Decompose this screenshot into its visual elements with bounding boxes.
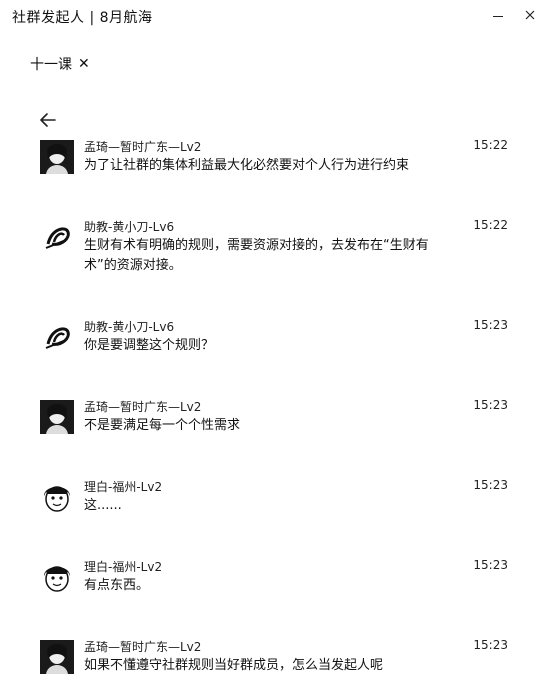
avatar bbox=[40, 400, 74, 434]
message-text: 生财有术有明确的规则，需要资源对接的，去发布在“生财有术”的资源对接。 bbox=[84, 238, 429, 273]
title-bar: 社群发起人 | 8月航海 bbox=[0, 0, 550, 34]
close-icon bbox=[525, 10, 535, 20]
message-time: 15:23 bbox=[473, 478, 508, 492]
back-arrow-icon[interactable] bbox=[36, 108, 60, 132]
avatar bbox=[40, 640, 74, 674]
message-time: 15:23 bbox=[473, 398, 508, 412]
sender-name: 理白-福州-Lv2 bbox=[84, 560, 163, 574]
message-time: 15:23 bbox=[473, 558, 508, 572]
avatar bbox=[40, 560, 74, 594]
sender-name: 助教-黄小刀-Lv6 bbox=[84, 220, 175, 234]
message-text: 如果不懂遵守社群规则当好群成员，怎么当发起人呢 bbox=[84, 658, 384, 673]
sender-name: 孟琦—暂时广东—Lv2 bbox=[84, 400, 202, 414]
message-time: 15:23 bbox=[473, 318, 508, 332]
message-time: 15:22 bbox=[473, 138, 508, 152]
sender-name: 助教-黄小刀-Lv6 bbox=[84, 320, 175, 334]
topic-tag: 十一课 ✕ bbox=[30, 54, 90, 74]
minimize-icon bbox=[493, 15, 503, 17]
topic-tag-close-icon[interactable]: ✕ bbox=[78, 56, 90, 72]
topic-tag-label: 十一课 bbox=[30, 57, 72, 73]
close-button[interactable] bbox=[516, 4, 544, 26]
minimize-button[interactable] bbox=[484, 4, 512, 26]
message-text: 不是要满足每一个个性需求 bbox=[84, 418, 241, 433]
sender-name: 孟琦—暂时广东—Lv2 bbox=[84, 140, 202, 154]
message-time: 15:22 bbox=[473, 218, 508, 232]
message-text: 为了让社群的集体利益最大化必然要对个人行为进行约束 bbox=[84, 158, 410, 173]
message-text: 有点东西。 bbox=[84, 578, 150, 593]
avatar bbox=[40, 140, 74, 174]
message-time: 15:23 bbox=[473, 638, 508, 652]
avatar bbox=[40, 220, 74, 254]
window-title: 社群发起人 | 8月航海 bbox=[12, 10, 153, 26]
message-text: 你是要调整这个规则？ bbox=[84, 338, 215, 353]
message-text: 这...... bbox=[84, 498, 122, 513]
avatar bbox=[40, 480, 74, 514]
sender-name: 孟琦—暂时广东—Lv2 bbox=[84, 640, 202, 654]
sender-name: 理白-福州-Lv2 bbox=[84, 480, 163, 494]
avatar bbox=[40, 320, 74, 354]
